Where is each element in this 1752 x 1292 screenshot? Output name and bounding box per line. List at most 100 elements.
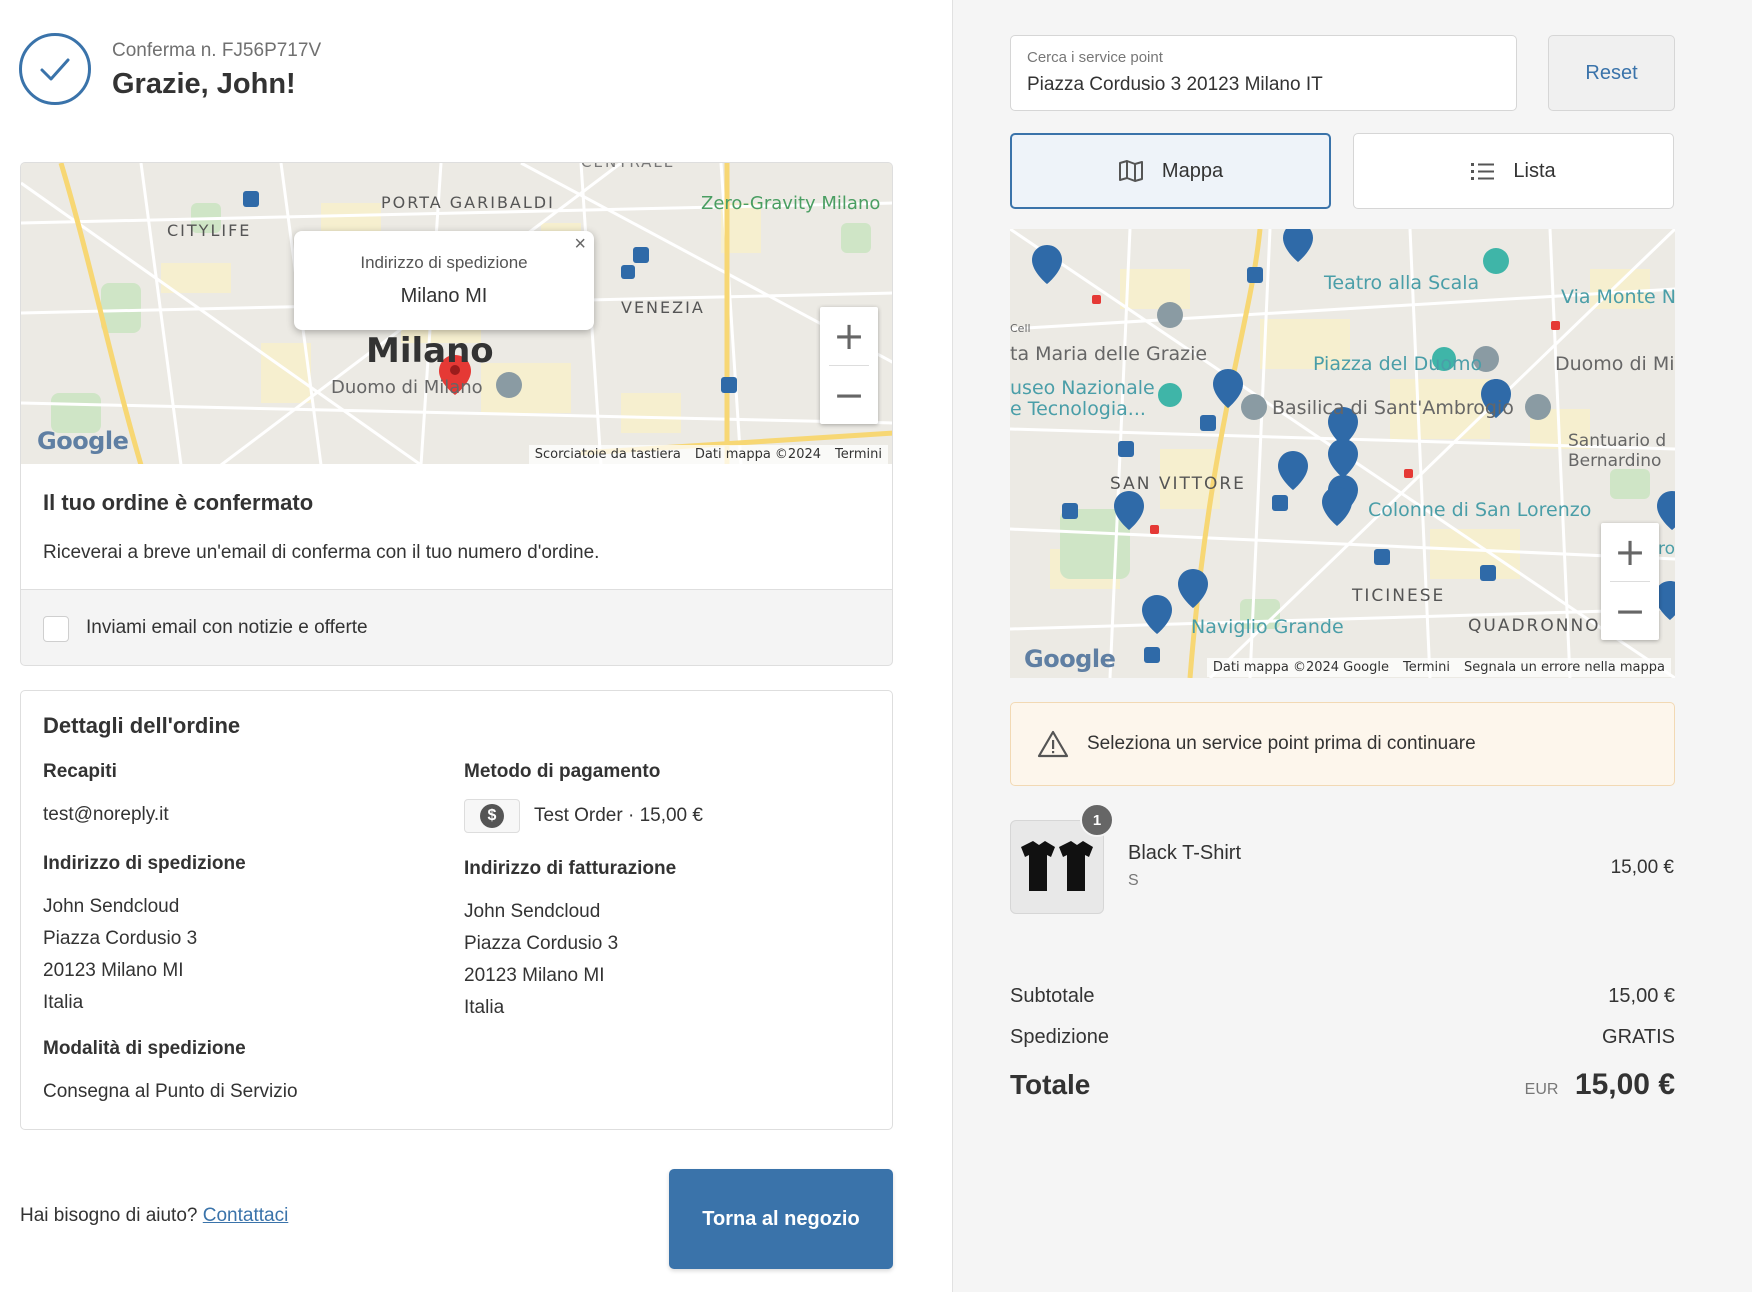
product-price: 15,00 € bbox=[1610, 857, 1674, 878]
zoom-in-button[interactable]: + bbox=[820, 307, 878, 365]
payment-icon: $ bbox=[464, 799, 520, 833]
map-label: SAN VITTORE bbox=[1110, 474, 1246, 494]
tab-list-label: Lista bbox=[1513, 159, 1556, 182]
close-icon[interactable]: × bbox=[574, 233, 586, 256]
subtotal-row: Subtotale 15,00 € bbox=[1010, 985, 1675, 1008]
currency-code: EUR bbox=[1524, 1081, 1559, 1098]
map-label: Duomo di Milano bbox=[331, 377, 483, 398]
map-label: Via Monte N bbox=[1561, 286, 1675, 308]
order-number: Conferma n. FJ56P717V bbox=[112, 40, 322, 61]
map-label: VENEZIA bbox=[621, 298, 705, 317]
map-label: Santuario d bbox=[1568, 431, 1667, 451]
map-label: TICINESE bbox=[1352, 586, 1446, 606]
order-confirmed-title: Il tuo ordine è confermato bbox=[43, 490, 314, 515]
service-point-panel: Cerca i service point Piazza Cordusio 3 … bbox=[952, 0, 1752, 1292]
map-label: ta Maria delle Grazie bbox=[1010, 343, 1208, 365]
popup-value: Milano MI bbox=[400, 285, 488, 307]
google-logo: Google bbox=[37, 427, 129, 455]
tab-map-label: Mappa bbox=[1161, 159, 1224, 182]
page-title: Grazie, John! bbox=[112, 68, 296, 100]
product-name: Black T-Shirt bbox=[1128, 842, 1241, 864]
product-variant: S bbox=[1128, 872, 1139, 889]
zoom-out-button[interactable]: − bbox=[820, 366, 878, 424]
shipping-method-title: Modalità di spedizione bbox=[43, 1038, 246, 1059]
service-point-search-input[interactable]: Cerca i service point Piazza Cordusio 3 … bbox=[1010, 35, 1517, 111]
reset-button[interactable]: Reset bbox=[1548, 35, 1675, 111]
map-icon bbox=[1118, 159, 1144, 183]
map-label: CENTRALE bbox=[581, 162, 676, 171]
contacts-section: Recapiti test@noreply.it bbox=[43, 761, 169, 831]
map-label: Bernardino bbox=[1568, 451, 1662, 471]
report-error-link[interactable]: Segnala un errore nella mappa bbox=[1464, 660, 1665, 675]
map-label: Duomo di Mi bbox=[1555, 353, 1675, 375]
shipping-method-value: Consegna al Punto di Servizio bbox=[43, 1081, 298, 1102]
total-value: 15,00 € bbox=[1574, 1068, 1675, 1101]
keyboard-shortcuts-link[interactable]: Scorciatoie da tastiera bbox=[535, 447, 681, 462]
list-icon bbox=[1471, 161, 1495, 181]
tab-map[interactable]: Mappa bbox=[1010, 133, 1331, 209]
payment-title: Metodo di pagamento bbox=[464, 761, 661, 782]
billing-address-title: Indirizzo di fatturazione bbox=[464, 858, 677, 879]
warning-banner: Seleziona un service point prima di cont… bbox=[1010, 702, 1675, 786]
map-label: Naviglio Grande bbox=[1191, 616, 1344, 638]
search-value[interactable]: Piazza Cordusio 3 20123 Milano IT bbox=[1027, 74, 1323, 96]
map-label: Piazza del Duomo bbox=[1313, 353, 1483, 375]
order-confirmed-message: Riceverai a breve un'email di conferma c… bbox=[43, 542, 600, 563]
map-label: Teatro alla Scala bbox=[1324, 272, 1480, 294]
billing-address-line: John Sendcloud bbox=[464, 901, 601, 922]
payment-section: Metodo di pagamento $ Test Order · 15,00… bbox=[464, 761, 703, 833]
zoom-out-button[interactable]: − bbox=[1601, 582, 1659, 640]
shipping-address-line: 20123 Milano MI bbox=[43, 960, 184, 981]
payment-value: Test Order · 15,00 € bbox=[534, 805, 703, 826]
confirmation-panel: Conferma n. FJ56P717V Grazie, John! CENT… bbox=[0, 0, 952, 1292]
map-label: Cell bbox=[1010, 322, 1031, 335]
service-points-map[interactable]: Teatro alla Scala Via Monte N Cell ta Ma… bbox=[1010, 229, 1675, 678]
contact-email: test@noreply.it bbox=[43, 804, 169, 825]
contacts-title: Recapiti bbox=[43, 761, 117, 782]
shipping-address-map[interactable]: CENTRALE PORTA GARIBALDI CITYLIFE Zero-G… bbox=[20, 162, 893, 464]
search-label: Cerca i service point bbox=[1027, 49, 1163, 66]
shipping-row: Spedizione GRATIS bbox=[1010, 1026, 1675, 1049]
map-data-text: Dati mappa ©2024 Google bbox=[1212, 660, 1389, 675]
map-label: ro bbox=[1658, 539, 1675, 559]
warning-text: Seleziona un service point prima di cont… bbox=[1087, 733, 1476, 754]
shipping-label: Spedizione bbox=[1010, 1026, 1109, 1048]
map-label: Colonne di San Lorenzo bbox=[1368, 499, 1592, 521]
map-popup: Indirizzo di spedizione Milano MI × bbox=[294, 231, 594, 330]
shipping-value: GRATIS bbox=[1602, 1026, 1675, 1048]
newsletter-checkbox[interactable] bbox=[43, 616, 69, 642]
newsletter-label[interactable]: Inviami email con notizie e offerte bbox=[86, 617, 368, 639]
order-details-title: Dettagli dell'ordine bbox=[43, 713, 241, 738]
map-label: Milano bbox=[366, 331, 494, 371]
map-label: e Tecnologia... bbox=[1010, 398, 1146, 420]
order-confirmed-card: Il tuo ordine è confermato Riceverai a b… bbox=[20, 464, 893, 590]
subtotal-value: 15,00 € bbox=[1608, 985, 1675, 1007]
shipping-address-section: Indirizzo di spedizione John Sendcloud P… bbox=[43, 853, 246, 1019]
shipping-address-line: John Sendcloud bbox=[43, 896, 180, 917]
zoom-in-button[interactable]: + bbox=[1601, 523, 1659, 581]
warning-icon bbox=[1037, 730, 1069, 758]
map-label: Zero-Gravity Milano bbox=[701, 193, 881, 214]
terms-link[interactable]: Termini bbox=[835, 447, 882, 462]
map-label: useo Nazionale bbox=[1010, 377, 1155, 399]
map-zoom-controls: + − bbox=[820, 307, 878, 424]
help-text: Hai bisogno di aiuto? Contattaci bbox=[20, 1205, 288, 1227]
shipping-method-section: Modalità di spedizione Consegna al Punto… bbox=[43, 1038, 298, 1108]
billing-address-line: 20123 Milano MI bbox=[464, 965, 605, 986]
total-label: Totale bbox=[1010, 1069, 1091, 1100]
popup-title: Indirizzo di spedizione bbox=[360, 253, 528, 272]
tab-list[interactable]: Lista bbox=[1353, 133, 1674, 209]
map-attribution: Scorciatoie da tastiera Dati mappa ©2024 T… bbox=[528, 445, 888, 464]
back-to-shop-button[interactable]: Torna al negozio bbox=[669, 1169, 893, 1269]
map-zoom-controls: + − bbox=[1601, 523, 1659, 640]
terms-link[interactable]: Termini bbox=[1403, 660, 1450, 675]
billing-address-line: Italia bbox=[464, 997, 505, 1018]
shipping-address-title: Indirizzo di spedizione bbox=[43, 853, 246, 874]
shipping-address-line: Piazza Cordusio 3 bbox=[43, 928, 198, 949]
order-details-card: Dettagli dell'ordine Recapiti test@norep… bbox=[20, 690, 893, 1130]
help-label: Hai bisogno di aiuto? bbox=[20, 1205, 198, 1226]
billing-address-line: Piazza Cordusio 3 bbox=[464, 933, 619, 954]
contact-link[interactable]: Contattaci bbox=[203, 1205, 289, 1226]
shipping-address-line: Italia bbox=[43, 992, 84, 1013]
total-row: Totale EUR 15,00 € bbox=[1010, 1068, 1675, 1102]
